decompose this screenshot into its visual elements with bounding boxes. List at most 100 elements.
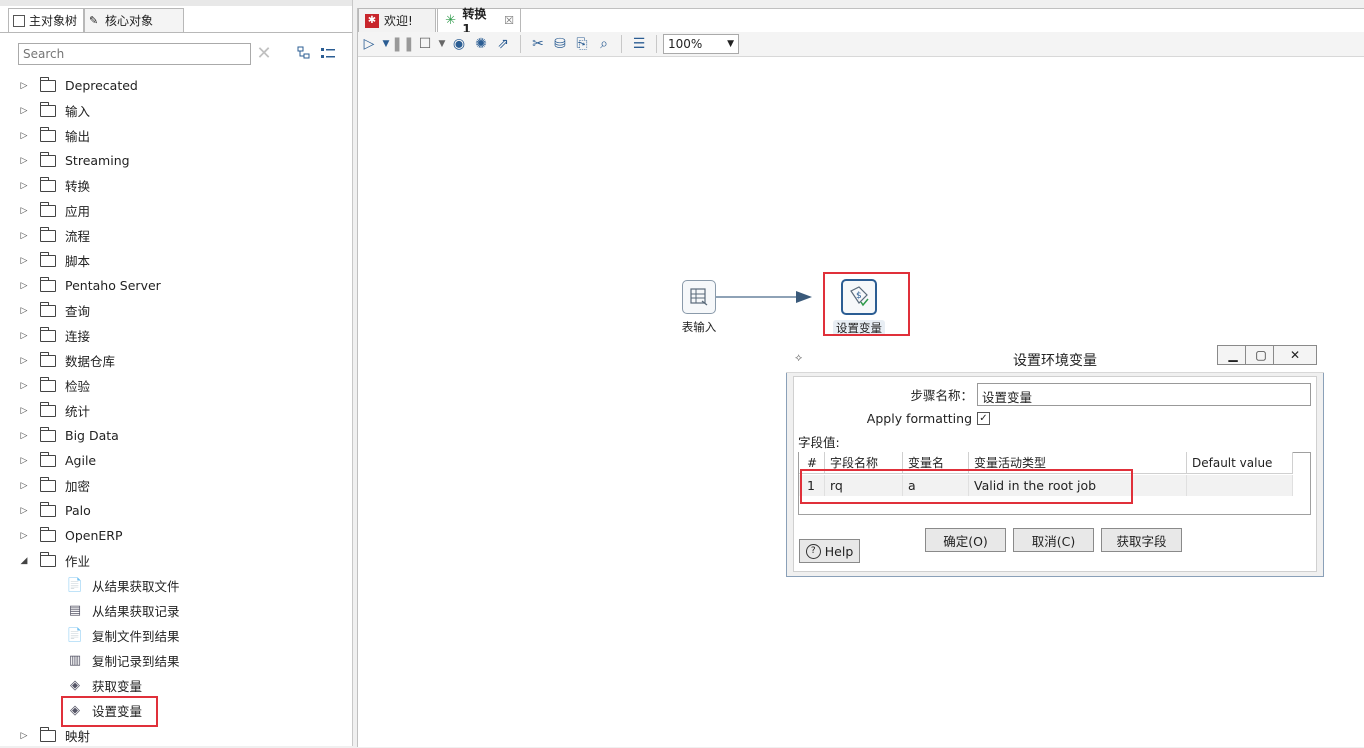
show-results-icon[interactable]: ☰ xyxy=(628,34,650,54)
set-variables-step[interactable]: $ 设置变量 xyxy=(829,279,889,336)
tree-folder[interactable]: ▷ Pentaho Server xyxy=(18,273,348,298)
caret-right-icon[interactable]: ▷ xyxy=(18,506,30,516)
tree-folder[interactable]: ▷ 统计 xyxy=(18,398,348,423)
tree-folder[interactable]: ▷ Deprecated xyxy=(18,73,348,98)
folder-icon xyxy=(40,326,56,342)
column-header-var-name[interactable]: 变量名 xyxy=(903,452,969,474)
tree-folder[interactable]: ▷ Palo xyxy=(18,498,348,523)
caret-right-icon[interactable]: ▷ xyxy=(18,381,30,391)
file-result-icon: 📄 xyxy=(66,577,84,593)
tree-folder[interactable]: ▷ 数据仓库 xyxy=(18,348,348,373)
verify-icon[interactable]: ✂ xyxy=(527,34,549,54)
tree-folder[interactable]: ▷ 映射 xyxy=(18,723,348,748)
apply-formatting-checkbox[interactable]: ✓ xyxy=(977,412,990,425)
tree-folder[interactable]: ▷ 脚本 xyxy=(18,248,348,273)
tree-folder-label: Deprecated xyxy=(65,78,138,93)
var-type-cell[interactable]: Valid in the root job xyxy=(969,475,1187,496)
tree-folder[interactable]: ▷ Streaming xyxy=(18,148,348,173)
column-header-num[interactable]: # xyxy=(799,452,825,474)
caret-right-icon[interactable]: ▷ xyxy=(18,306,30,316)
table-input-step[interactable]: 表输入 xyxy=(669,280,729,335)
run-dropdown-icon[interactable]: ▼ xyxy=(380,34,392,54)
caret-right-icon[interactable]: ▷ xyxy=(18,406,30,416)
chevron-down-icon: ▼ xyxy=(727,39,734,49)
field-name-cell[interactable]: rq xyxy=(825,475,903,496)
tree-folder-label: OpenERP xyxy=(65,528,123,543)
caret-right-icon[interactable]: ▷ xyxy=(18,256,30,266)
tree-folder[interactable]: ▷ OpenERP xyxy=(18,523,348,548)
tree-folder[interactable]: ▷ 应用 xyxy=(18,198,348,223)
tree-step-item[interactable]: ▤ 从结果获取记录 xyxy=(66,598,396,623)
caret-right-icon[interactable]: ▷ xyxy=(18,356,30,366)
tree-folder-label: 查询 xyxy=(65,304,91,319)
caret-right-icon[interactable]: ▷ xyxy=(18,531,30,541)
zoom-select[interactable]: 100% ▼ xyxy=(663,34,739,54)
tree-folder[interactable]: ▷ 流程 xyxy=(18,223,348,248)
tree-folder[interactable]: ▷ 输入 xyxy=(18,98,348,123)
close-tab-icon[interactable]: ☒ xyxy=(504,14,514,27)
var-name-cell[interactable]: a xyxy=(903,475,969,496)
folder-icon xyxy=(40,526,56,542)
tab-main-object-tree[interactable]: 主对象树 xyxy=(8,8,84,32)
tree-folder[interactable]: ▷ 输出 xyxy=(18,123,348,148)
caret-right-icon[interactable]: ▷ xyxy=(18,181,30,191)
caret-right-icon[interactable]: ▷ xyxy=(18,331,30,341)
tree-step-item[interactable]: ◈ 获取变量 xyxy=(66,673,396,698)
run-icon[interactable]: ▷ xyxy=(358,34,380,54)
caret-right-icon[interactable]: ▷ xyxy=(18,156,30,166)
step-name-input[interactable]: 设置变量 xyxy=(977,383,1311,406)
search-input[interactable] xyxy=(18,43,251,65)
caret-right-icon[interactable]: ▷ xyxy=(18,81,30,91)
column-header-default-value[interactable]: Default value xyxy=(1187,452,1293,474)
caret-right-icon[interactable]: ▷ xyxy=(18,456,30,466)
tree-folder[interactable]: ▷ 连接 xyxy=(18,323,348,348)
folder-icon xyxy=(40,451,56,467)
tree-step-item[interactable]: 📄 复制文件到结果 xyxy=(66,623,396,648)
collapse-tree-icon[interactable] xyxy=(320,46,336,63)
clear-search-icon[interactable]: ✕ xyxy=(255,44,273,64)
tree-folder[interactable]: ▷ 检验 xyxy=(18,373,348,398)
tree-step-item[interactable]: ▥ 复制记录到结果 xyxy=(66,648,396,673)
tree-folder-label: Pentaho Server xyxy=(65,278,161,293)
cancel-button[interactable]: 取消(C) xyxy=(1013,528,1094,552)
column-header-field-name[interactable]: 字段名称 xyxy=(825,452,903,474)
default-value-cell[interactable] xyxy=(1187,475,1293,496)
impact-icon[interactable]: ⛁ xyxy=(549,34,571,54)
tab-core-objects[interactable]: ✎ 核心对象 xyxy=(84,8,184,32)
preview-icon[interactable]: ◉ xyxy=(448,34,470,54)
hop-arrow[interactable] xyxy=(716,290,826,304)
caret-right-icon[interactable]: ▷ xyxy=(18,281,30,291)
debug-icon[interactable]: ✺ xyxy=(470,34,492,54)
replay-icon[interactable]: ⇗ xyxy=(492,34,514,54)
tree-step-item[interactable]: 📄 从结果获取文件 xyxy=(66,573,396,598)
tab-welcome[interactable]: ✱ 欢迎! xyxy=(358,8,436,32)
caret-right-icon[interactable]: ▷ xyxy=(18,131,30,141)
caret-right-icon[interactable]: ▷ xyxy=(18,106,30,116)
tab-transformation-1[interactable]: ✳ 转换 1 ☒ xyxy=(437,7,521,36)
caret-right-icon[interactable]: ▷ xyxy=(18,481,30,491)
caret-right-icon[interactable]: ▷ xyxy=(18,231,30,241)
caret-right-icon[interactable]: ▷ xyxy=(18,206,30,216)
close-button[interactable]: ✕ xyxy=(1273,345,1317,365)
help-button[interactable]: ? Help xyxy=(799,539,860,563)
expand-tree-icon[interactable] xyxy=(297,46,311,63)
tree-folder[interactable]: ▷ Big Data xyxy=(18,423,348,448)
pause-icon[interactable]: ❚❚ xyxy=(391,34,414,54)
caret-down-icon[interactable]: ◢ xyxy=(18,556,30,566)
folder-icon xyxy=(40,726,56,742)
sql-icon[interactable]: ⎘ xyxy=(571,34,593,54)
explore-db-icon[interactable]: ⌕ xyxy=(593,34,615,54)
get-fields-button[interactable]: 获取字段 xyxy=(1101,528,1182,552)
caret-right-icon[interactable]: ▷ xyxy=(18,731,30,741)
tree-step-item[interactable]: ◈ 设置变量 xyxy=(66,698,396,723)
tree-folder[interactable]: ▷ 加密 xyxy=(18,473,348,498)
stop-icon[interactable]: ☐ xyxy=(414,34,436,54)
ok-button[interactable]: 确定(O) xyxy=(925,528,1006,552)
tree-folder[interactable]: ◢ 作业 xyxy=(18,548,348,573)
tree-folder[interactable]: ▷ 查询 xyxy=(18,298,348,323)
tree-folder[interactable]: ▷ Agile xyxy=(18,448,348,473)
stop-dropdown-icon[interactable]: ▼ xyxy=(436,34,448,54)
tree-folder[interactable]: ▷ 转换 xyxy=(18,173,348,198)
column-header-var-type[interactable]: 变量活动类型 xyxy=(969,452,1187,474)
caret-right-icon[interactable]: ▷ xyxy=(18,431,30,441)
